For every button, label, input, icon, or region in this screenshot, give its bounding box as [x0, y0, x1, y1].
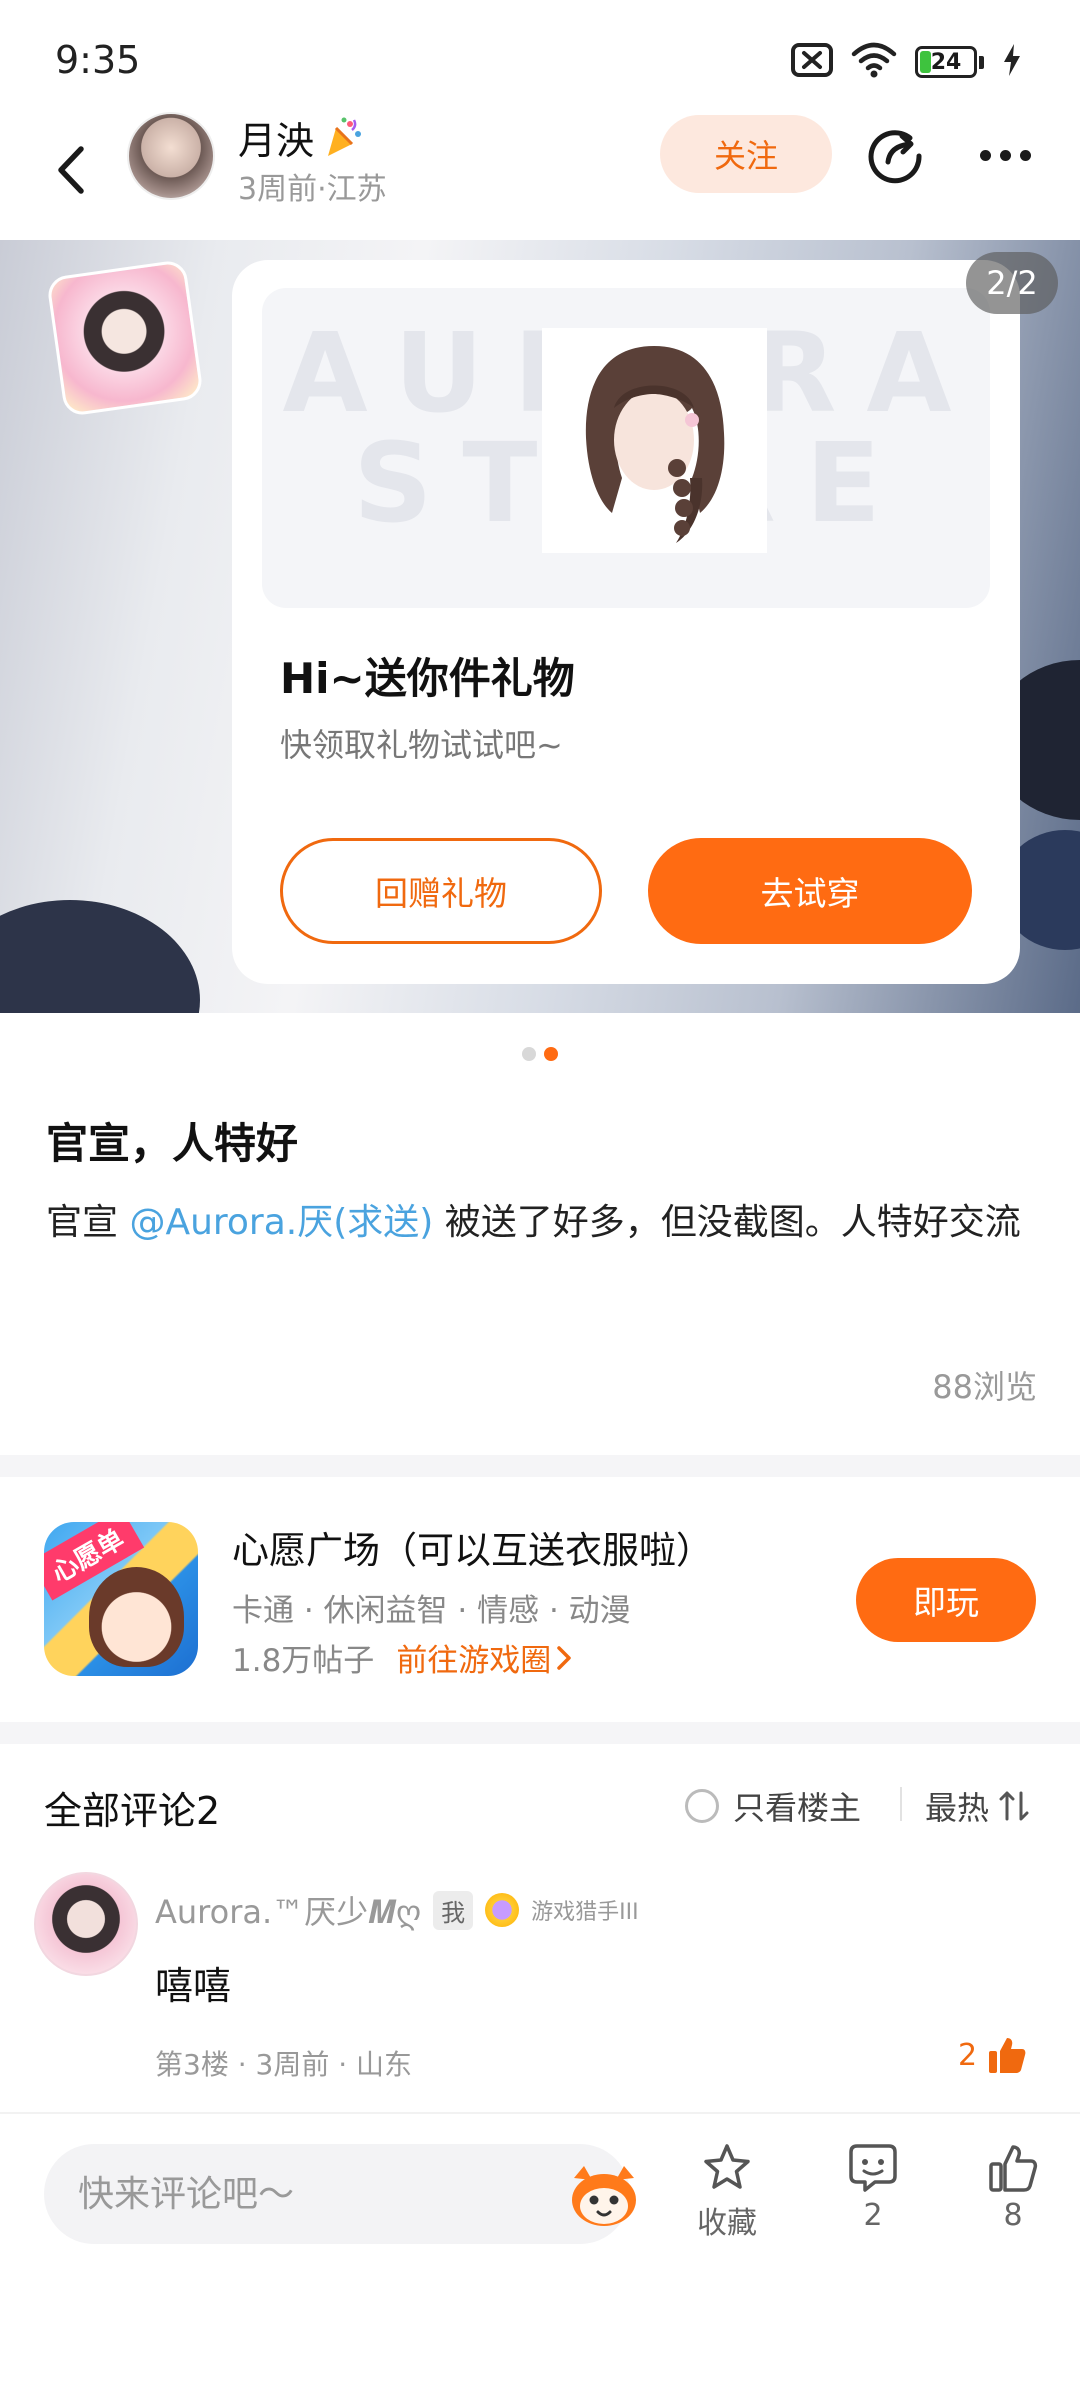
page-counter: 2/2: [966, 252, 1058, 314]
comment-text: 嘻嘻: [155, 1964, 232, 2008]
thumb-up-icon: [989, 2038, 1026, 2073]
view-count: 88浏览: [932, 1368, 1037, 1406]
gift-title: Hi~送你件礼物: [280, 654, 575, 703]
section-divider: [0, 1455, 1080, 1477]
comment-like-count: 2: [958, 2037, 978, 2073]
author-avatar[interactable]: [127, 112, 215, 200]
owner-only-toggle[interactable]: 只看楼主: [685, 1783, 861, 1829]
more-button[interactable]: [970, 120, 1040, 190]
image-carousel[interactable]: AURORA STORE Hi~送你件礼物 快领取礼物试试吧~ 回赠礼物 去试穿…: [0, 240, 1080, 1013]
play-button[interactable]: 即玩: [856, 1558, 1036, 1642]
post-header: 月泱 3周前·江苏 关注: [0, 100, 1080, 240]
share-icon: [868, 130, 922, 184]
game-post-count: 1.8万帖子: [232, 1643, 375, 1679]
sticker-image: [45, 258, 205, 418]
carousel-indicator: [0, 1047, 1080, 1063]
game-icon[interactable]: 心愿单: [44, 1522, 198, 1676]
comment-like-button[interactable]: 2: [958, 2035, 1027, 2075]
comments-button[interactable]: 2: [823, 2142, 923, 2233]
follow-button[interactable]: 关注: [660, 115, 832, 193]
level-text: 游戏猎手III: [531, 1900, 639, 1925]
post-meta: 3周前·江苏: [238, 172, 387, 207]
level-badge-icon: [485, 1893, 520, 1927]
more-icon: [979, 149, 991, 161]
gift-subtitle: 快领取礼物试试吧~: [280, 726, 563, 764]
owner-only-radio[interactable]: [685, 1789, 719, 1823]
post-body-suffix: 被送了好多，但没截图。人特好交流: [433, 1202, 1021, 1243]
back-button[interactable]: [40, 130, 100, 210]
sort-icon: [999, 1791, 1029, 1821]
game-circle-link[interactable]: 前往游戏圈: [396, 1635, 573, 1680]
comment-username[interactable]: Aurora.™厌少𝑴ღ: [155, 1887, 421, 1933]
mention-link[interactable]: @Aurora.厌(求送): [129, 1202, 433, 1243]
comment-user: Aurora.™厌少𝑴ღ 我 游戏猎手III: [155, 1887, 639, 1933]
comment-meta: 第3楼 · 3周前 · 山东: [155, 2048, 413, 2081]
favorite-label: 收藏: [697, 2206, 757, 2241]
status-icons: 24: [791, 40, 1022, 84]
like-button[interactable]: 8: [963, 2142, 1063, 2233]
comment-count: 2: [863, 2198, 883, 2233]
status-time: 9:35: [55, 38, 141, 82]
like-count: 8: [1003, 2198, 1023, 2233]
signal-off-icon: [791, 43, 833, 81]
share-button[interactable]: [860, 120, 930, 190]
comment-input[interactable]: [78, 2144, 538, 2244]
author-name[interactable]: 月泱: [238, 110, 364, 165]
chevron-right-icon: [557, 1645, 572, 1670]
thumb-up-outline-icon: [989, 2145, 1038, 2192]
comment-input-box[interactable]: [44, 2144, 636, 2244]
comments-title: 全部评论2: [44, 1789, 221, 1833]
mascot-icon[interactable]: [566, 2164, 642, 2228]
gift-preview: AURORA STORE: [262, 288, 990, 608]
battery-level: 24: [930, 49, 962, 75]
party-popper-icon: [328, 117, 362, 156]
gift-card: AURORA STORE Hi~送你件礼物 快领取礼物试试吧~ 回赠礼物 去试穿: [232, 260, 1020, 984]
bottom-bar: 收藏 2 8: [0, 2112, 1080, 2397]
section-divider: [0, 1722, 1080, 1744]
game-tags: 卡通 · 休闲益智 · 情感 · 动漫: [232, 1593, 631, 1629]
wifi-icon: [851, 42, 897, 82]
carousel-dot-active[interactable]: [544, 1047, 558, 1061]
me-tag: 我: [433, 1890, 474, 1930]
return-gift-button[interactable]: 回赠礼物: [280, 838, 602, 944]
star-icon: [704, 2144, 750, 2189]
comment-icon: [849, 2144, 897, 2192]
back-icon: [58, 146, 84, 194]
comment-avatar[interactable]: [34, 1872, 138, 1976]
game-title[interactable]: 心愿广场（可以互送衣服啦）: [232, 1520, 713, 1574]
charging-icon: [1002, 43, 1022, 81]
hair-item-image: [542, 328, 767, 553]
favorite-button[interactable]: 收藏: [677, 2142, 777, 2242]
post-body-prefix: 官宣: [46, 1202, 130, 1243]
sort-button[interactable]: 最热: [925, 1783, 1029, 1829]
carousel-dot[interactable]: [522, 1047, 536, 1061]
post-title: 官宣，人特好: [46, 1119, 299, 1168]
battery-indicator: 24: [915, 46, 977, 78]
post-body: 官宣 @Aurora.厌(求送) 被送了好多，但没截图。人特好交流: [46, 1190, 1036, 1256]
game-meta: 1.8万帖子 前往游戏圈: [232, 1635, 573, 1680]
try-on-button[interactable]: 去试穿: [648, 838, 972, 944]
